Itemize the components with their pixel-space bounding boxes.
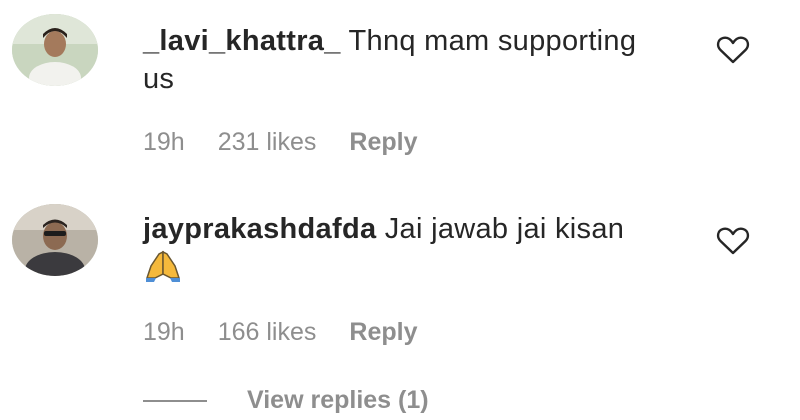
username[interactable]: _lavi_khattra_ — [143, 25, 341, 57]
divider-line — [143, 399, 207, 402]
view-replies-button[interactable]: View replies (1) — [143, 386, 429, 415]
avatar[interactable] — [12, 204, 98, 276]
reply-button[interactable]: Reply — [349, 128, 417, 157]
likes-count[interactable]: 231 likes — [218, 128, 317, 157]
likes-count[interactable]: 166 likes — [218, 318, 317, 347]
heart-icon[interactable] — [716, 226, 750, 256]
username[interactable]: jayprakashdafda — [143, 213, 376, 245]
timestamp[interactable]: 19h — [143, 318, 185, 347]
avatar-photo — [12, 14, 98, 86]
folded-hands-emoji-icon — [145, 250, 181, 282]
avatar-photo — [12, 204, 98, 276]
avatar[interactable] — [12, 14, 98, 86]
reply-button[interactable]: Reply — [349, 318, 417, 347]
comment-meta: 19h 166 likes Reply — [143, 318, 417, 347]
timestamp[interactable]: 19h — [143, 128, 185, 157]
comment-body: Jai jawab jai kisan — [384, 213, 625, 245]
comment-meta: 19h 231 likes Reply — [143, 128, 417, 157]
comment-text: jayprakashdafda Jai jawab jai kisan — [143, 210, 663, 286]
view-replies-label: View replies (1) — [247, 386, 429, 414]
heart-icon[interactable] — [716, 35, 750, 65]
comment-text: _lavi_khattra_ Thnq mam supporting us — [143, 22, 663, 98]
